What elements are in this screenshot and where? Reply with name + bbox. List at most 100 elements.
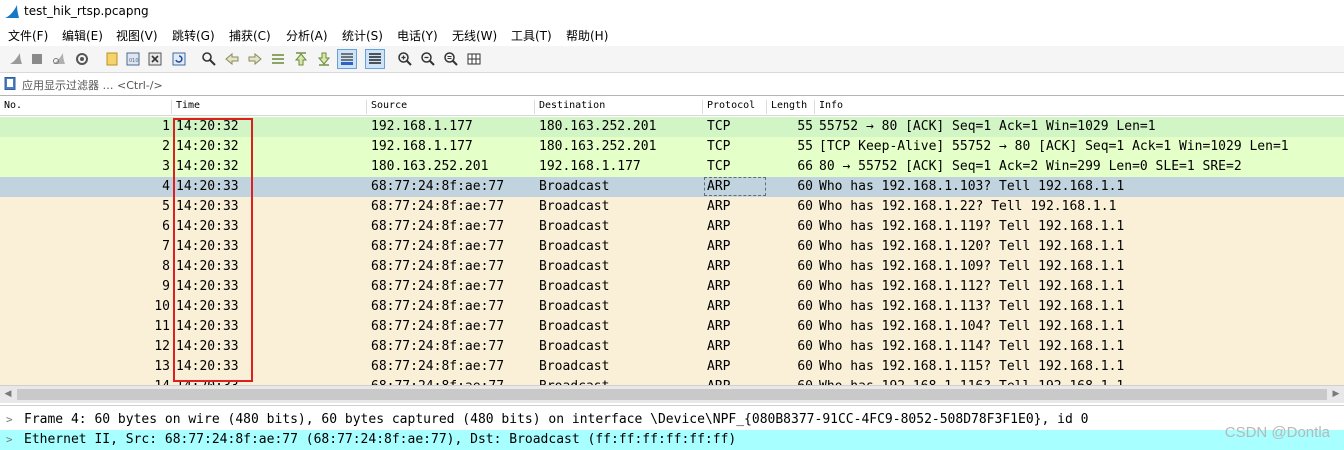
cell-no: 1 bbox=[162, 119, 170, 134]
expand-arrow-icon[interactable]: > bbox=[6, 413, 13, 426]
cell-source: 68:77:24:8f:ae:77 bbox=[371, 339, 505, 354]
cell-info: Who has 192.168.1.109? Tell 192.168.1.1 bbox=[819, 259, 1125, 274]
cell-protocol: ARP bbox=[707, 179, 731, 194]
column-header-info[interactable]: Info bbox=[814, 100, 843, 114]
column-header-length[interactable]: Length bbox=[766, 100, 807, 114]
cell-source: 192.168.1.177 bbox=[371, 119, 473, 134]
cell-no: 3 bbox=[162, 159, 170, 174]
cell-info: 80 → 55752 [ACK] Seq=1 Ack=2 Win=299 Len… bbox=[819, 159, 1242, 174]
cell-no: 12 bbox=[154, 339, 170, 354]
normal-size-icon[interactable] bbox=[442, 50, 460, 68]
cell-length: 60 bbox=[797, 219, 813, 234]
cell-source: 68:77:24:8f:ae:77 bbox=[371, 319, 505, 334]
cell-source: 68:77:24:8f:ae:77 bbox=[371, 179, 505, 194]
menu-bar: 文件(F) 编辑(E) 视图(V) 跳转(G) 捕获(C) 分析(A) 统计(S) 电话(Y)… bbox=[0, 24, 1344, 46]
cell-destination: Broadcast bbox=[539, 339, 610, 354]
cell-no: 6 bbox=[162, 219, 170, 234]
open-file-icon[interactable] bbox=[103, 50, 121, 68]
last-packet-icon[interactable] bbox=[315, 50, 333, 68]
expand-arrow-icon[interactable]: > bbox=[6, 433, 13, 446]
detail-tree-item[interactable]: > Frame 4: 60 bytes on wire (480 bits), 6… bbox=[0, 410, 1344, 430]
cell-no: 5 bbox=[162, 199, 170, 214]
cell-no: 2 bbox=[162, 139, 170, 154]
main-toolbar: 010 bbox=[0, 46, 1344, 73]
bookmark-icon[interactable] bbox=[4, 77, 16, 90]
cell-source: 68:77:24:8f:ae:77 bbox=[371, 239, 505, 254]
packet-list-hscrollbar[interactable]: ◀ ▶ bbox=[0, 385, 1344, 403]
column-header-source[interactable]: Source bbox=[366, 100, 407, 114]
zoom-out-icon[interactable] bbox=[419, 50, 437, 68]
menu-item-4[interactable]: 捕获(C) bbox=[229, 27, 271, 44]
cell-length: 60 bbox=[797, 359, 813, 374]
cell-source: 68:77:24:8f:ae:77 bbox=[371, 279, 505, 294]
display-filter-input[interactable]: 应用显示过滤器 … <Ctrl-/> bbox=[22, 77, 163, 93]
scrollbar-thumb[interactable] bbox=[17, 389, 1327, 400]
go-back-icon[interactable] bbox=[223, 50, 241, 68]
cell-no: 4 bbox=[162, 179, 170, 194]
cell-source: 68:77:24:8f:ae:77 bbox=[371, 299, 505, 314]
cell-protocol: ARP bbox=[707, 239, 731, 254]
go-forward-icon[interactable] bbox=[246, 50, 264, 68]
column-header-protocol[interactable]: Protocol bbox=[702, 100, 755, 114]
cell-info: Who has 192.168.1.115? Tell 192.168.1.1 bbox=[819, 359, 1125, 374]
menu-item-0[interactable]: 文件(F) bbox=[8, 27, 48, 44]
autoscroll-icon[interactable] bbox=[337, 49, 357, 69]
detail-tree-item[interactable]: > Ethernet II, Src: 68:77:24:8f:ae:77 (68… bbox=[0, 430, 1344, 450]
cell-protocol: ARP bbox=[707, 339, 731, 354]
find-packet-icon[interactable] bbox=[200, 50, 218, 68]
display-filter-bar[interactable]: 应用显示过滤器 … <Ctrl-/> bbox=[0, 73, 1344, 96]
cell-destination: Broadcast bbox=[539, 299, 610, 314]
cell-length: 60 bbox=[797, 299, 813, 314]
cell-destination: Broadcast bbox=[539, 259, 610, 274]
cell-no: 10 bbox=[154, 299, 170, 314]
scroll-left-icon[interactable]: ◀ bbox=[3, 389, 13, 400]
menu-item-2[interactable]: 视图(V) bbox=[116, 27, 158, 44]
cell-length: 55 bbox=[797, 139, 813, 154]
time-column-highlight-box bbox=[173, 118, 253, 382]
column-header-destination[interactable]: Destination bbox=[534, 100, 605, 114]
title-bar: test_hik_rtsp.pcapng bbox=[0, 0, 1344, 24]
stop-capture-icon[interactable] bbox=[28, 50, 46, 68]
menu-item-7[interactable]: 电话(Y) bbox=[397, 27, 438, 44]
menu-item-9[interactable]: 工具(T) bbox=[511, 27, 552, 44]
column-header-no[interactable]: No. bbox=[0, 100, 22, 114]
detail-text: Ethernet II, Src: 68:77:24:8f:ae:77 (68:… bbox=[24, 432, 737, 447]
scroll-right-icon[interactable]: ▶ bbox=[1331, 389, 1341, 400]
cell-no: 11 bbox=[154, 319, 170, 334]
first-packet-icon[interactable] bbox=[292, 50, 310, 68]
zoom-in-icon[interactable] bbox=[396, 50, 414, 68]
cell-info: Who has 192.168.1.120? Tell 192.168.1.1 bbox=[819, 239, 1125, 254]
reload-file-icon[interactable] bbox=[170, 50, 188, 68]
wireshark-fin-icon bbox=[5, 5, 19, 18]
cell-protocol: TCP bbox=[707, 139, 731, 154]
cell-destination: Broadcast bbox=[539, 199, 610, 214]
save-file-icon[interactable]: 010 bbox=[124, 50, 142, 68]
cell-destination: Broadcast bbox=[539, 319, 610, 334]
menu-item-10[interactable]: 帮助(H) bbox=[566, 27, 608, 44]
menu-item-5[interactable]: 分析(A) bbox=[286, 27, 328, 44]
menu-item-8[interactable]: 无线(W) bbox=[452, 27, 497, 44]
close-file-icon[interactable] bbox=[146, 50, 164, 68]
column-header-time[interactable]: Time bbox=[171, 100, 200, 114]
cell-protocol: TCP bbox=[707, 159, 731, 174]
cell-protocol: ARP bbox=[707, 259, 731, 274]
cell-no: 13 bbox=[154, 359, 170, 374]
cell-protocol: ARP bbox=[707, 359, 731, 374]
cell-source: 192.168.1.177 bbox=[371, 139, 473, 154]
menu-item-6[interactable]: 统计(S) bbox=[342, 27, 383, 44]
menu-item-3[interactable]: 跳转(G) bbox=[172, 27, 215, 44]
cell-source: 68:77:24:8f:ae:77 bbox=[371, 219, 505, 234]
restart-capture-icon[interactable] bbox=[50, 50, 68, 68]
packet-list-header: No. Time Source Destination Protocol Len… bbox=[0, 97, 1344, 116]
capture-options-icon[interactable] bbox=[73, 50, 91, 68]
cell-info: Who has 192.168.1.22? Tell 192.168.1.1 bbox=[819, 199, 1117, 214]
cell-length: 60 bbox=[797, 259, 813, 274]
menu-item-1[interactable]: 编辑(E) bbox=[62, 27, 103, 44]
colorize-icon[interactable] bbox=[365, 49, 385, 69]
start-capture-icon[interactable] bbox=[7, 50, 25, 68]
go-to-packet-icon[interactable] bbox=[269, 50, 287, 68]
resize-columns-icon[interactable] bbox=[465, 50, 483, 68]
cell-info: [TCP Keep-Alive] 55752 → 80 [ACK] Seq=1 … bbox=[819, 139, 1289, 154]
svg-text:010: 010 bbox=[129, 58, 139, 64]
packet-details-pane: > Frame 4: 60 bytes on wire (480 bits), 6… bbox=[0, 405, 1344, 450]
